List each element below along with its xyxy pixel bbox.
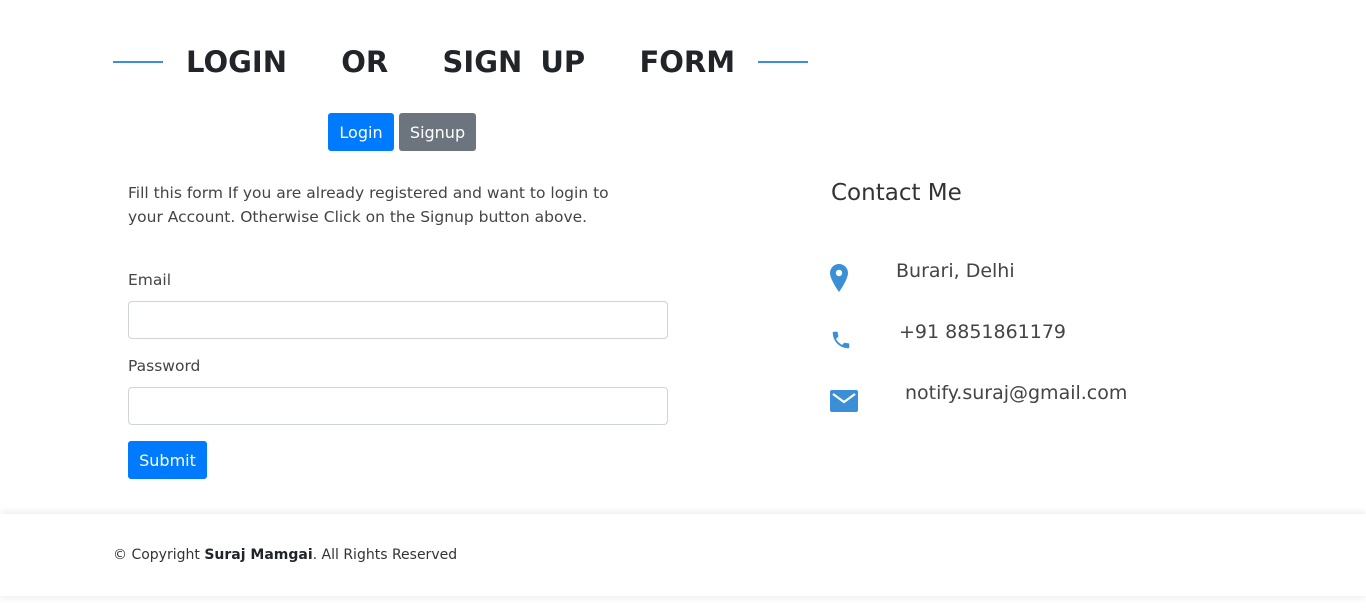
login-tab-button[interactable]: Login bbox=[328, 113, 394, 151]
page: LOGIN OR SIGN UP FORM Login Signup Fill … bbox=[0, 0, 1366, 608]
contact-title: Contact Me bbox=[831, 180, 962, 206]
password-field[interactable] bbox=[128, 387, 668, 425]
mail-icon bbox=[830, 390, 858, 416]
submit-button[interactable]: Submit bbox=[128, 441, 207, 479]
footer-copyright: © Copyright Suraj Mamgai. All Rights Res… bbox=[113, 547, 457, 563]
phone-icon bbox=[830, 329, 852, 355]
password-label: Password bbox=[128, 357, 201, 375]
contact-phone: +91 8851861179 bbox=[899, 321, 1067, 343]
location-pin-icon bbox=[830, 264, 848, 296]
email-field[interactable] bbox=[128, 301, 668, 339]
page-heading: LOGIN OR SIGN UP FORM bbox=[113, 40, 809, 84]
form-toggle-group: Login Signup bbox=[328, 113, 476, 151]
heading-left-line bbox=[113, 61, 163, 63]
copyright-name: Suraj Mamgai bbox=[204, 547, 313, 563]
email-label: Email bbox=[128, 271, 172, 289]
contact-address: Burari, Delhi bbox=[896, 260, 1015, 282]
copyright-prefix: © Copyright bbox=[113, 547, 205, 563]
form-intro-text: Fill this form If you are already regist… bbox=[128, 184, 609, 226]
copyright-suffix: . All Rights Reserved bbox=[312, 547, 458, 563]
heading-right-line bbox=[758, 61, 809, 63]
signup-tab-button[interactable]: Signup bbox=[399, 113, 476, 151]
page-title: LOGIN OR SIGN UP FORM bbox=[186, 45, 736, 79]
footer: © Copyright Suraj Mamgai. All Rights Res… bbox=[0, 514, 1366, 596]
contact-email: notify.suraj@gmail.com bbox=[905, 382, 1128, 404]
